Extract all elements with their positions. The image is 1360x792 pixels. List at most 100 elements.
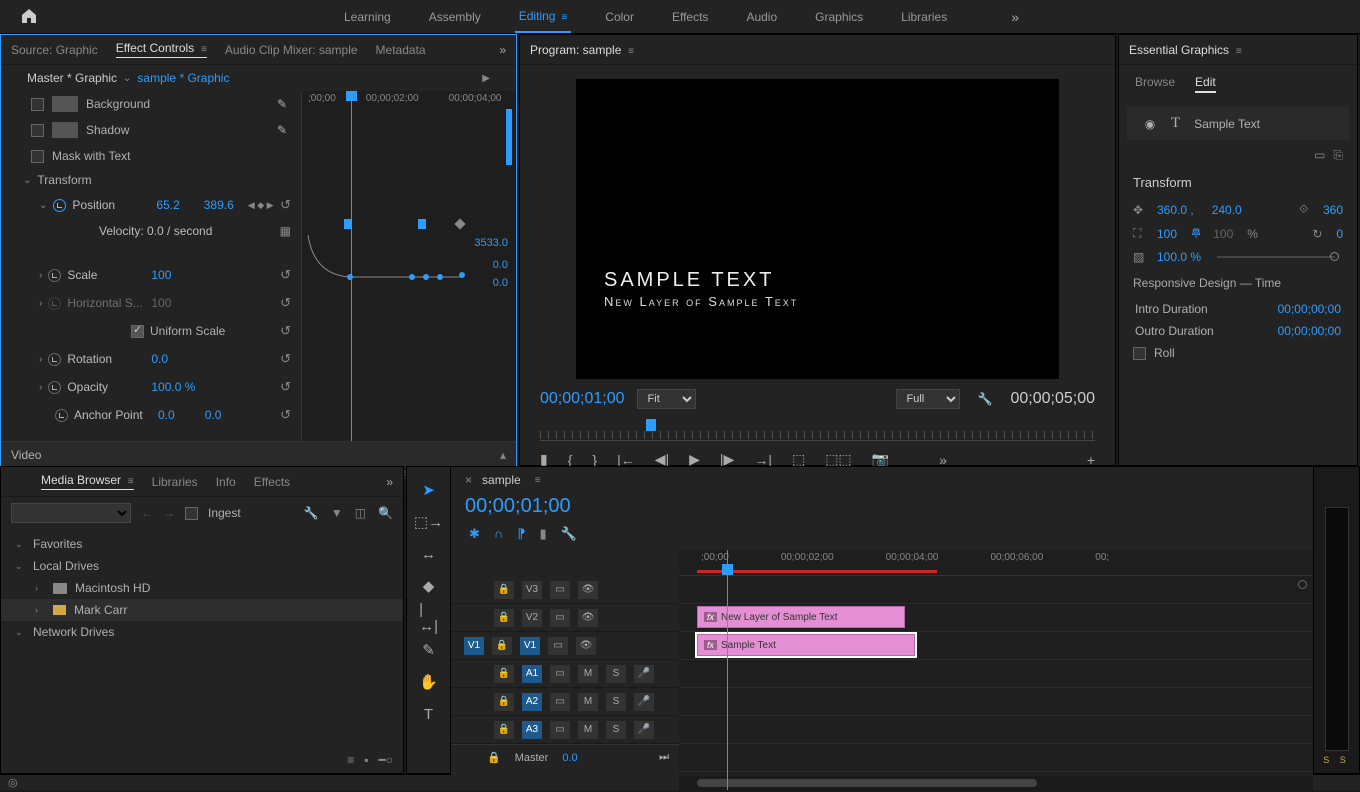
collapse-icon[interactable]: ⌄ — [39, 200, 47, 211]
tab-source[interactable]: Source: Graphic — [11, 43, 98, 57]
new-group-icon[interactable]: ▭ — [1314, 148, 1325, 163]
a2-lane[interactable] — [679, 688, 1313, 716]
opacity-stopwatch[interactable] — [48, 381, 61, 394]
track-label[interactable]: A1 — [521, 664, 543, 684]
hscale-stopwatch[interactable] — [48, 297, 61, 310]
filter-icon[interactable]: ▼ — [331, 506, 343, 520]
mask-checkbox[interactable] — [31, 150, 44, 163]
eg-scale-w[interactable]: 100 — [1157, 227, 1177, 241]
network-drives-row[interactable]: ⌄Network Drives — [1, 621, 403, 643]
tab-libraries[interactable]: Libraries — [152, 475, 198, 489]
intro-duration-value[interactable]: 00;00;00;00 — [1278, 302, 1341, 316]
reset-icon[interactable]: ↺ — [280, 295, 291, 311]
mb-nav-back-icon[interactable]: ← — [141, 506, 153, 520]
ws-menu-icon[interactable]: ≡ — [561, 12, 567, 23]
a3-header[interactable]: 🔒 A3 ▭ M S 🎤 — [451, 716, 679, 744]
effect-keyframe-graph[interactable]: ;00;00 00;00;02;00 00;00;04;00 3533.0 0.… — [301, 91, 516, 441]
source-patch-v1[interactable]: V1 — [463, 636, 485, 656]
toggle-output-icon[interactable]: ▭ — [549, 580, 571, 600]
eg-layer-row[interactable]: ◉ T Sample Text — [1127, 107, 1349, 140]
ingest-checkbox[interactable] — [185, 507, 198, 520]
link-icon[interactable]: 𐄷 — [1191, 225, 1201, 242]
zoom-fit-select[interactable]: Fit — [637, 389, 696, 409]
a2-header[interactable]: 🔒 A2 ▭ M S 🎤 — [451, 688, 679, 716]
expand-icon[interactable]: › — [39, 298, 42, 309]
eyedropper-icon[interactable]: ✎ — [277, 97, 287, 111]
ws-overflow-icon[interactable]: » — [1011, 9, 1021, 25]
keyframe-marker[interactable] — [344, 219, 352, 229]
v2-header[interactable]: 🔒 V2 ▭ 👁 — [451, 604, 679, 632]
list-view-icon[interactable]: ≡ — [347, 753, 354, 767]
program-scrubber[interactable] — [540, 417, 1095, 441]
zoom-slider-icon[interactable]: ━○ — [379, 753, 393, 767]
timeline-ruler[interactable]: ;00;00 00;00;02;00 00;00;04;00 00;00;06;… — [679, 550, 1313, 576]
panel-menu-icon[interactable]: ≡ — [625, 46, 634, 57]
selection-tool-icon[interactable]: ➤ — [420, 481, 438, 499]
roll-checkbox[interactable] — [1133, 347, 1146, 360]
eg-pos-x[interactable]: 360.0 , — [1157, 203, 1194, 217]
mute-button[interactable]: M — [577, 664, 599, 684]
eg-rotation[interactable]: 0 — [1336, 227, 1343, 241]
reset-icon[interactable]: ↺ — [280, 267, 291, 283]
magnet-icon[interactable]: ∩ — [494, 526, 503, 542]
sequence-name[interactable]: sample — [482, 473, 521, 487]
clip-sample-text[interactable]: fx Sample Text — [697, 634, 915, 656]
tab-media-browser[interactable]: Media Browser ≡ — [41, 473, 134, 490]
reset-icon[interactable]: ↺ — [280, 379, 291, 395]
rotation-stopwatch[interactable] — [48, 353, 61, 366]
reset-icon[interactable]: ↺ — [280, 407, 291, 423]
eye-icon[interactable]: 👁 — [577, 580, 599, 600]
pen-tool-icon[interactable]: ✎ — [420, 641, 438, 659]
audio-meter[interactable] — [1325, 507, 1349, 751]
new-layer-icon[interactable]: ⎘ — [1333, 148, 1343, 163]
toggle-output-icon[interactable]: ▭ — [547, 636, 569, 656]
outro-duration-value[interactable]: 00;00;00;00 — [1278, 324, 1341, 338]
a3-lane[interactable] — [679, 716, 1313, 744]
program-playhead-icon[interactable] — [646, 419, 656, 431]
slip-tool-icon[interactable]: |↔| — [420, 609, 438, 627]
wrench-icon[interactable]: 🔧 — [304, 506, 319, 520]
background-visible-checkbox[interactable] — [31, 98, 44, 111]
tab-metadata[interactable]: Metadata — [376, 43, 426, 57]
scale-stopwatch[interactable] — [48, 269, 61, 282]
eye-icon[interactable]: 👁 — [577, 608, 599, 628]
rotation-value[interactable]: 0.0 — [151, 352, 168, 366]
scale-value[interactable]: 100 — [151, 268, 171, 282]
lock-icon[interactable]: 🔒 — [493, 692, 515, 712]
thumb-view-icon[interactable]: ▪ — [364, 753, 368, 767]
position-y-value[interactable]: 389.6 — [204, 198, 234, 212]
snap-icon[interactable]: ✱ — [469, 526, 480, 542]
timeline-scrollbar[interactable] — [679, 776, 1313, 790]
ws-graphics[interactable]: Graphics — [811, 2, 867, 32]
shadow-visible-checkbox[interactable] — [31, 124, 44, 137]
anchor-x-value[interactable]: 0.0 — [158, 408, 175, 422]
tab-effect-controls[interactable]: Effect Controls ≡ — [116, 41, 207, 58]
razor-tool-icon[interactable]: ◆ — [420, 577, 438, 595]
v3-lane[interactable] — [679, 576, 1313, 604]
creative-cloud-icon[interactable]: ◎ — [8, 776, 18, 789]
ws-effects[interactable]: Effects — [668, 2, 712, 32]
program-tab[interactable]: Program: sample ≡ — [530, 43, 634, 57]
timeline-timecode[interactable]: 00;00;01;00 — [465, 495, 665, 518]
a1-header[interactable]: 🔒 A1 ▭ M S 🎤 — [451, 660, 679, 688]
panel-menu-icon[interactable]: ≡ — [1233, 46, 1242, 57]
type-tool-icon[interactable]: T — [420, 705, 438, 723]
fx-badge-icon[interactable]: fx — [704, 612, 717, 622]
visibility-icon[interactable]: ◉ — [1143, 117, 1157, 131]
record-icon[interactable]: 🎤 — [633, 664, 655, 684]
panel-overflow-icon[interactable]: » — [499, 43, 506, 57]
ws-editing[interactable]: Editing≡ — [515, 1, 572, 33]
fx-badge-icon[interactable]: fx — [704, 640, 717, 650]
panel-menu-icon[interactable]: ≡ — [535, 475, 541, 486]
favorites-row[interactable]: ⌄Favorites — [1, 533, 403, 555]
ws-color[interactable]: Color — [601, 2, 638, 32]
v3-header[interactable]: 🔒 V3 ▭ 👁 — [451, 576, 679, 604]
ripple-tool-icon[interactable]: ↔ — [420, 545, 438, 563]
opacity-slider[interactable] — [1217, 256, 1335, 258]
master-value[interactable]: 0.0 — [562, 752, 577, 764]
eg-opacity[interactable]: 100.0 % — [1157, 250, 1201, 264]
chevron-icon[interactable]: ⌄ — [123, 73, 131, 84]
tab-effects-lower[interactable]: Effects — [254, 475, 290, 489]
essential-graphics-tab[interactable]: Essential Graphics ≡ — [1129, 43, 1242, 57]
track-label[interactable]: A2 — [521, 692, 543, 712]
